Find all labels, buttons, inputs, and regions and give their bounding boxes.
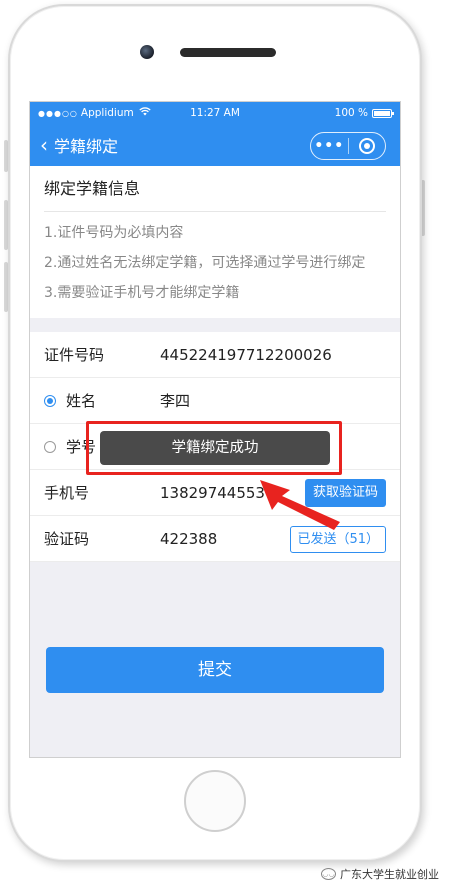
earpiece-speaker xyxy=(180,48,276,57)
wechat-icon: ◡◡ xyxy=(321,868,336,880)
clock: 11:27 AM xyxy=(190,107,240,119)
verification-code-input[interactable]: 422388 xyxy=(160,530,217,548)
note-item: 3.需要验证手机号才能绑定学籍 xyxy=(44,285,240,301)
info-section: 绑定学籍信息 1.证件号码为必填内容 2.通过姓名无法绑定学籍，可选择通过学号进… xyxy=(30,166,400,318)
back-chevron-icon[interactable]: ‹ xyxy=(40,135,48,155)
id-number-input[interactable]: 445224197712200026 xyxy=(160,346,332,364)
submit-button[interactable]: 提交 xyxy=(46,647,384,693)
close-target-icon[interactable] xyxy=(348,138,385,154)
home-button[interactable] xyxy=(184,770,246,832)
id-number-row: 证件号码 445224197712200026 xyxy=(30,332,400,378)
annotation-highlight-box xyxy=(86,421,342,475)
section-gap xyxy=(30,318,400,332)
info-title: 绑定学籍信息 xyxy=(44,166,386,212)
id-number-label: 证件号码 xyxy=(44,346,105,364)
nav-bar: ‹ 学籍绑定 ••• xyxy=(30,124,400,166)
page-title: 学籍绑定 xyxy=(54,137,119,156)
name-label: 姓名 xyxy=(66,392,97,410)
name-row: 姓名 李四 xyxy=(30,378,400,424)
status-bar: ●●●○○ Applidium 11:27 AM 100 % xyxy=(30,102,400,124)
verification-code-label: 验证码 xyxy=(44,530,90,548)
watermark-text: 广东大学生就业创业 xyxy=(340,868,439,881)
name-radio[interactable] xyxy=(44,394,56,407)
stage: ●●●○○ Applidium 11:27 AM 100 % ‹ 学籍绑定 ••… xyxy=(0,0,451,896)
watermark: ◡◡ 广东大学生就业创业 xyxy=(321,866,439,882)
mini-program-capsule: ••• xyxy=(310,132,386,160)
phone-label: 手机号 xyxy=(44,484,90,502)
student-number-radio[interactable] xyxy=(44,440,56,453)
note-item: 1.证件号码为必填内容 xyxy=(44,225,184,241)
battery-icon xyxy=(372,108,394,118)
front-camera-icon xyxy=(140,45,154,59)
annotation-arrow-icon xyxy=(260,480,340,530)
name-input[interactable]: 李四 xyxy=(160,390,190,411)
more-icon[interactable]: ••• xyxy=(311,138,348,154)
notes-list: 1.证件号码为必填内容 2.通过姓名无法绑定学籍，可选择通过学号进行绑定 3.需… xyxy=(44,212,386,318)
note-item: 2.通过姓名无法绑定学籍，可选择通过学号进行绑定 xyxy=(44,255,366,271)
